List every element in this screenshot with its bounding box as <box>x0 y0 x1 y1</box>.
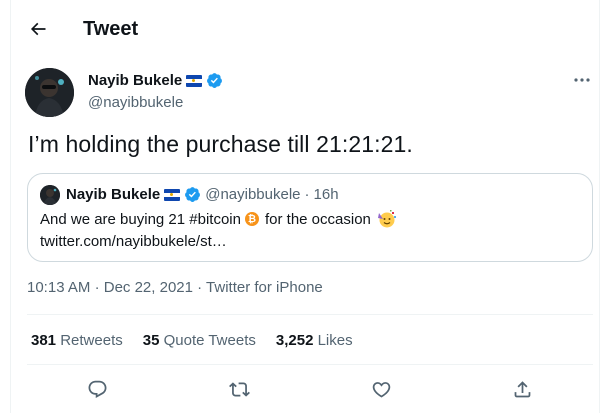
retweets-label: Retweets <box>60 332 123 349</box>
retweets-count: 381 <box>31 332 57 349</box>
like-icon <box>372 381 390 398</box>
divider <box>27 314 593 315</box>
meta-separator: · <box>197 279 203 296</box>
more-button[interactable] <box>572 72 592 88</box>
author-handle[interactable]: @nayibbukele <box>88 94 183 111</box>
verified-badge-icon <box>185 187 201 202</box>
retweets-stat[interactable]: 381 Retweets <box>31 332 123 349</box>
divider <box>27 364 593 365</box>
author-name: Nayib Bukele <box>88 72 183 89</box>
column-border-left <box>10 0 11 413</box>
tweet-time[interactable]: 10:13 AM <box>27 279 90 296</box>
quoted-text: And we are buying 21 #bitcoin ₿ for the … <box>40 210 397 228</box>
quoted-separator: · <box>304 186 310 203</box>
quoted-header: Nayib Bukele @nayibbukele · 16h <box>66 186 339 203</box>
verified-badge-icon <box>207 73 223 88</box>
avatar[interactable] <box>25 68 74 117</box>
column-border-right <box>599 0 600 413</box>
back-button[interactable] <box>27 18 49 40</box>
retweet-icon <box>228 381 250 397</box>
quoted-link[interactable]: twitter.com/nayibbukele/st… <box>40 233 227 250</box>
likes-label: Likes <box>317 332 353 349</box>
share-icon <box>514 380 530 397</box>
tweet-text: I’m holding the purchase till 21:21:21. <box>28 131 413 157</box>
party-face-icon <box>377 210 396 228</box>
likes-stat[interactable]: 3,252 Likes <box>276 332 353 349</box>
quote-tweets-label: Quote Tweets <box>163 332 256 349</box>
tweet-source[interactable]: Twitter for iPhone <box>206 279 323 296</box>
quoted-avatar <box>40 185 60 205</box>
quoted-text-after: for the occasion <box>264 210 371 228</box>
meta-separator: · <box>94 279 100 296</box>
quoted-author-handle: @nayibbukele <box>205 186 301 203</box>
quoted-author-name: Nayib Bukele <box>66 186 161 203</box>
el-salvador-flag-icon <box>164 188 181 201</box>
author-name-row[interactable]: Nayib Bukele <box>88 72 223 89</box>
quoted-tweet-card[interactable]: Nayib Bukele @nayibbukele · 16h And we a… <box>27 173 593 262</box>
tweet-stats: 381 Retweets 35 Quote Tweets 3,252 Likes <box>31 332 353 349</box>
more-icon <box>574 78 590 82</box>
tweet-date[interactable]: Dec 22, 2021 <box>104 279 193 296</box>
retweet-button[interactable] <box>228 378 250 400</box>
bitcoin-icon: ₿ <box>244 212 259 226</box>
el-salvador-flag-icon <box>186 74 203 87</box>
likes-count: 3,252 <box>275 332 314 349</box>
avatar-image <box>25 68 74 117</box>
quote-tweets-count: 35 <box>142 332 160 349</box>
tweet-meta: 10:13 AM · Dec 22, 2021 · Twitter for iP… <box>27 279 323 296</box>
reply-button[interactable] <box>86 378 108 400</box>
share-button[interactable] <box>511 378 533 400</box>
page-title: Tweet <box>83 18 139 40</box>
quoted-timestamp: 16h <box>313 186 339 203</box>
quoted-text-before: And we are buying 21 #bitcoin <box>40 210 241 228</box>
page-header: Tweet <box>11 0 599 57</box>
reply-icon <box>88 380 106 398</box>
like-button[interactable] <box>370 378 392 400</box>
quote-tweets-stat[interactable]: 35 Quote Tweets <box>143 332 256 349</box>
arrow-left-icon <box>30 22 46 36</box>
